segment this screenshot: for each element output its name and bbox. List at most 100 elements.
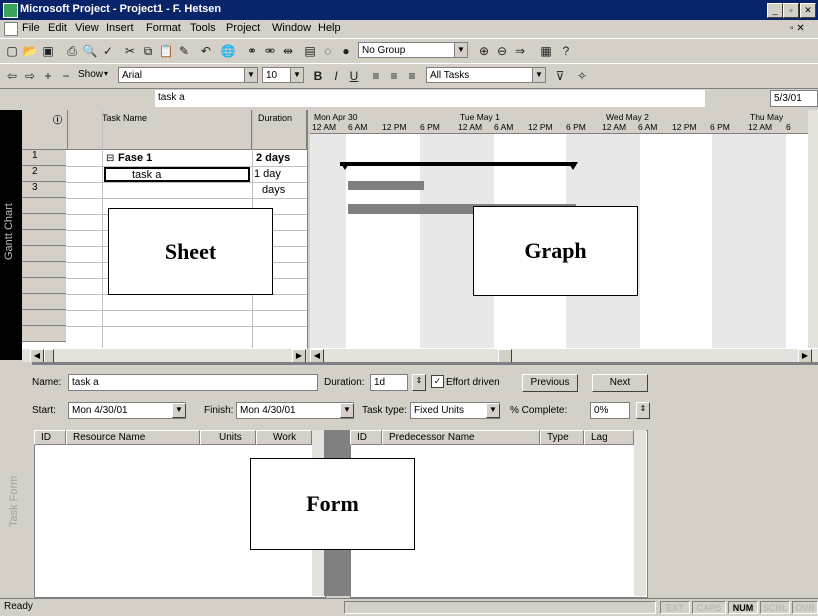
link-tasks-icon[interactable]: ⚭ [244, 43, 260, 59]
row-header[interactable]: 3 [22, 182, 66, 198]
goto-task-icon[interactable]: ⇒ [512, 43, 528, 59]
project-app-icon[interactable] [3, 3, 18, 18]
duration-cell[interactable]: 2 days [256, 152, 290, 164]
print-icon[interactable]: ⎙ [64, 43, 80, 59]
document-icon[interactable] [4, 22, 18, 36]
task-form-view-bar[interactable]: Task Form [0, 362, 32, 598]
print-preview-icon[interactable]: 🔍 [82, 43, 98, 59]
task-name-cell[interactable]: Fase 1 [118, 152, 152, 164]
duration-cell[interactable]: 1 day [254, 168, 281, 180]
indent-icon[interactable]: ⇨ [22, 68, 38, 84]
lag-header[interactable]: Lag [584, 430, 634, 445]
unlink-tasks-icon[interactable]: ⚮ [262, 43, 278, 59]
predecessor-id-header[interactable]: ID [350, 430, 382, 445]
spelling-icon[interactable]: ✓ [100, 43, 116, 59]
font-combo[interactable]: Arial ▼ [118, 67, 258, 83]
units-header[interactable]: Units [200, 430, 256, 445]
row-header[interactable]: 1 [22, 150, 66, 166]
align-right-icon[interactable]: ≡ [404, 68, 420, 84]
hyperlink-icon[interactable]: 🌐 [220, 43, 236, 59]
percent-complete-field[interactable]: 0% [590, 402, 630, 419]
scroll-thumb[interactable] [44, 349, 54, 363]
task-bar[interactable] [348, 181, 424, 190]
zoom-in-icon[interactable]: ⊕ [476, 43, 492, 59]
scroll-thumb[interactable] [498, 349, 512, 363]
duration-column-header[interactable]: Duration [252, 110, 307, 150]
graph-horizontal-scrollbar[interactable]: ◀ ▶ [310, 348, 818, 363]
task-name-column-header[interactable]: Task Name [68, 110, 252, 150]
open-icon[interactable]: 📂 [22, 43, 38, 59]
predecessor-vertical-scrollbar[interactable] [634, 430, 646, 596]
menu-help[interactable]: Help [318, 22, 341, 34]
cut-icon[interactable]: ✂ [122, 43, 138, 59]
predecessor-name-header[interactable]: Predecessor Name [382, 430, 540, 445]
doc-restore-icon[interactable]: ▫ ✕ [790, 23, 805, 34]
save-icon[interactable]: ▣ [40, 43, 56, 59]
indicators-column-header[interactable]: ⓘ [48, 110, 68, 150]
timescale-date-field[interactable]: 5/3/01 [770, 90, 818, 107]
maximize-button[interactable]: ▫ [783, 3, 799, 18]
split-task-icon[interactable]: ⇹ [280, 43, 296, 59]
copy-icon[interactable]: ⧉ [140, 43, 156, 59]
gantt-chart-view-bar[interactable]: Gantt Chart [0, 110, 22, 360]
new-icon[interactable]: ▢ [4, 43, 20, 59]
format-painter-icon[interactable]: ✎ [176, 43, 192, 59]
align-center-icon[interactable]: ≡ [386, 68, 402, 84]
align-left-icon[interactable]: ≡ [368, 68, 384, 84]
duration-field[interactable]: 1d [370, 374, 408, 391]
menu-project[interactable]: Project [226, 22, 260, 34]
autofilter-icon[interactable]: ⊽ [552, 68, 568, 84]
chevron-down-icon[interactable]: ▼ [172, 403, 186, 418]
menu-format[interactable]: Format [146, 22, 181, 34]
duration-cell[interactable]: days [262, 184, 285, 196]
paste-icon[interactable]: 📋 [158, 43, 174, 59]
finish-field[interactable]: Mon 4/30/01 [236, 402, 354, 419]
scroll-left-icon[interactable]: ◀ [310, 349, 324, 363]
previous-button[interactable]: Previous [522, 374, 578, 392]
zoom-out-icon[interactable]: ⊖ [494, 43, 510, 59]
font-size-combo[interactable]: 10 ▼ [262, 67, 304, 83]
resource-name-header[interactable]: Resource Name [66, 430, 200, 445]
sheet-horizontal-scrollbar[interactable]: ◀ ▶ [22, 348, 307, 363]
menu-view[interactable]: View [75, 22, 99, 34]
menu-file[interactable]: File [22, 22, 40, 34]
row-header[interactable]: 2 [22, 166, 66, 182]
duration-spinner[interactable]: ⇕ [412, 374, 426, 391]
filter-combo[interactable]: All Tasks ▼ [426, 67, 546, 83]
work-header[interactable]: Work [256, 430, 312, 445]
chevron-down-icon[interactable]: ▼ [340, 403, 354, 418]
show-subtasks-icon[interactable]: + [40, 68, 56, 84]
italic-icon[interactable]: I [328, 68, 344, 84]
scroll-right-icon[interactable]: ▶ [292, 349, 306, 363]
collapse-icon[interactable]: ⊟ [106, 153, 114, 164]
close-button[interactable]: ✕ [800, 3, 816, 18]
task-notes-icon[interactable]: ◌ [320, 43, 336, 59]
hide-subtasks-icon[interactable]: − [58, 68, 74, 84]
start-field[interactable]: Mon 4/30/01 [68, 402, 186, 419]
chevron-down-icon[interactable]: ▼ [486, 403, 500, 418]
help-icon[interactable]: ? [558, 43, 574, 59]
summary-bar[interactable] [340, 162, 576, 166]
gantt-wizard-icon[interactable]: ✧ [574, 68, 590, 84]
entry-field[interactable]: task a [155, 90, 705, 107]
effort-driven-checkbox[interactable]: ✓ [431, 375, 444, 388]
selected-cell[interactable]: task a [104, 167, 250, 182]
copy-picture-icon[interactable]: ▦ [538, 43, 554, 59]
percent-spinner[interactable]: ⇕ [636, 402, 650, 419]
graph-vertical-scrollbar[interactable] [808, 110, 818, 348]
minimize-button[interactable]: _ [767, 3, 783, 18]
resource-id-header[interactable]: ID [34, 430, 66, 445]
task-info-icon[interactable]: ▤ [302, 43, 318, 59]
menu-edit[interactable]: Edit [48, 22, 67, 34]
bold-icon[interactable]: B [310, 68, 326, 84]
menu-insert[interactable]: Insert [106, 22, 134, 34]
menu-tools[interactable]: Tools [190, 22, 216, 34]
group-combo[interactable]: No Group ▼ [358, 42, 468, 58]
next-button[interactable]: Next [592, 374, 648, 392]
name-field[interactable]: task a [68, 374, 318, 391]
outdent-icon[interactable]: ⇦ [4, 68, 20, 84]
scroll-left-icon[interactable]: ◀ [30, 349, 44, 363]
underline-icon[interactable]: U [346, 68, 362, 84]
scroll-right-icon[interactable]: ▶ [798, 349, 812, 363]
menu-window[interactable]: Window [272, 22, 311, 34]
